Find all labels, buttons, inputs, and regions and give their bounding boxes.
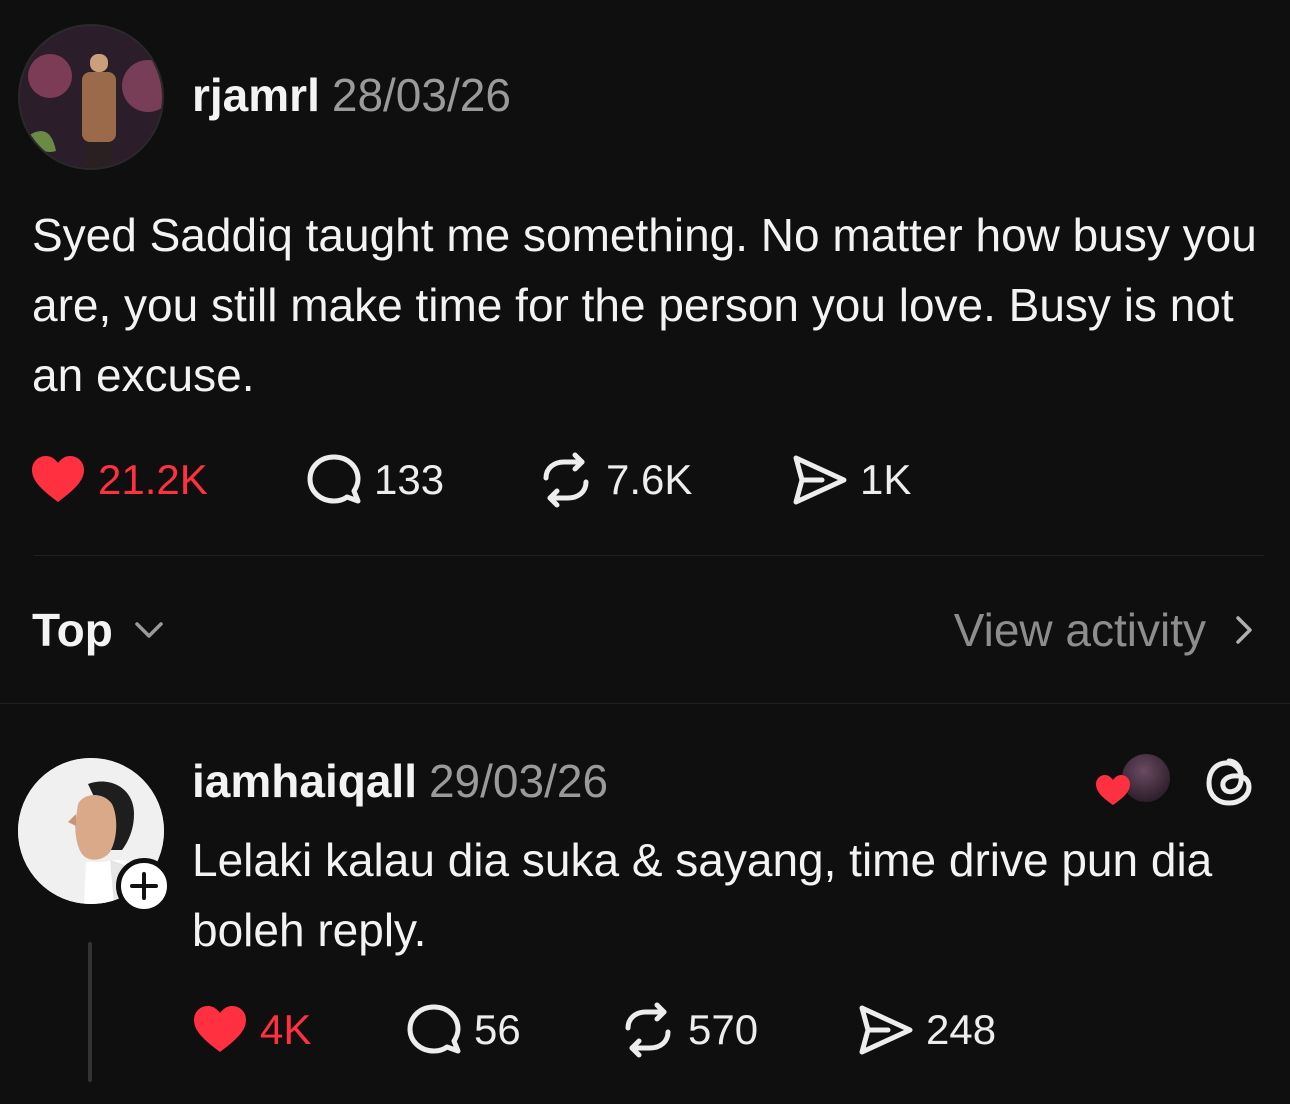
liked-by-author-indicator: [1094, 752, 1174, 808]
view-activity-link[interactable]: View activity: [954, 600, 1262, 660]
divider: [0, 703, 1290, 704]
sort-dropdown[interactable]: Top: [32, 600, 169, 660]
heart-icon: [28, 450, 88, 510]
post-body-text: Syed Saddiq taught me something. No matt…: [32, 209, 1257, 401]
comment-button[interactable]: 133: [304, 450, 444, 510]
comment-count: 56: [474, 1006, 521, 1053]
comment-button[interactable]: 56: [404, 1000, 521, 1060]
comment-count: 133: [374, 456, 445, 503]
reply-timestamp: 29/03/26: [428, 755, 609, 807]
reply-header: iamhaiqall 29/03/26: [192, 752, 608, 810]
post-username[interactable]: rjamrl: [192, 69, 320, 121]
share-count: 1K: [860, 456, 912, 503]
repost-button[interactable]: 7.6K: [536, 450, 692, 510]
like-count: 4K: [260, 1006, 312, 1053]
like-button[interactable]: 21.2K: [28, 450, 208, 510]
like-button[interactable]: 4K: [190, 1000, 311, 1060]
send-icon: [790, 450, 850, 510]
reply-body-text: Lelaki kalau dia suka & sayang, time dri…: [192, 834, 1213, 956]
chevron-down-icon: [135, 622, 163, 638]
repost-count: 570: [688, 1006, 759, 1053]
heart-icon: [190, 1000, 250, 1060]
sort-label: Top: [32, 604, 113, 656]
post-author-avatar[interactable]: [18, 24, 164, 170]
post-timestamp: 28/03/26: [331, 69, 511, 121]
threads-icon[interactable]: [1200, 752, 1260, 812]
like-count: 21.2K: [98, 456, 208, 503]
repost-icon: [536, 450, 596, 510]
share-button[interactable]: 1K: [790, 450, 911, 510]
comment-bubble-icon: [404, 1000, 464, 1060]
repost-button[interactable]: 570: [618, 1000, 758, 1060]
plus-icon: [130, 872, 158, 900]
send-icon: [856, 1000, 916, 1060]
post-header: rjamrl 28/03/26: [192, 66, 511, 124]
heart-icon: [1096, 775, 1130, 805]
comment-bubble-icon: [304, 450, 364, 510]
reply-username[interactable]: iamhaiqall: [192, 755, 417, 807]
chevron-right-icon: [1236, 616, 1252, 644]
post-action-bar: 21.2K 133 7.6K 1K: [0, 450, 1290, 510]
follow-button[interactable]: [116, 858, 172, 914]
reply-action-bar: 4K 56 570 248: [0, 1000, 1290, 1060]
repost-count: 7.6K: [606, 456, 693, 503]
divider: [34, 555, 1264, 556]
view-activity-label: View activity: [953, 604, 1206, 656]
share-count: 248: [926, 1006, 997, 1053]
repost-icon: [618, 1000, 678, 1060]
share-button[interactable]: 248: [856, 1000, 996, 1060]
